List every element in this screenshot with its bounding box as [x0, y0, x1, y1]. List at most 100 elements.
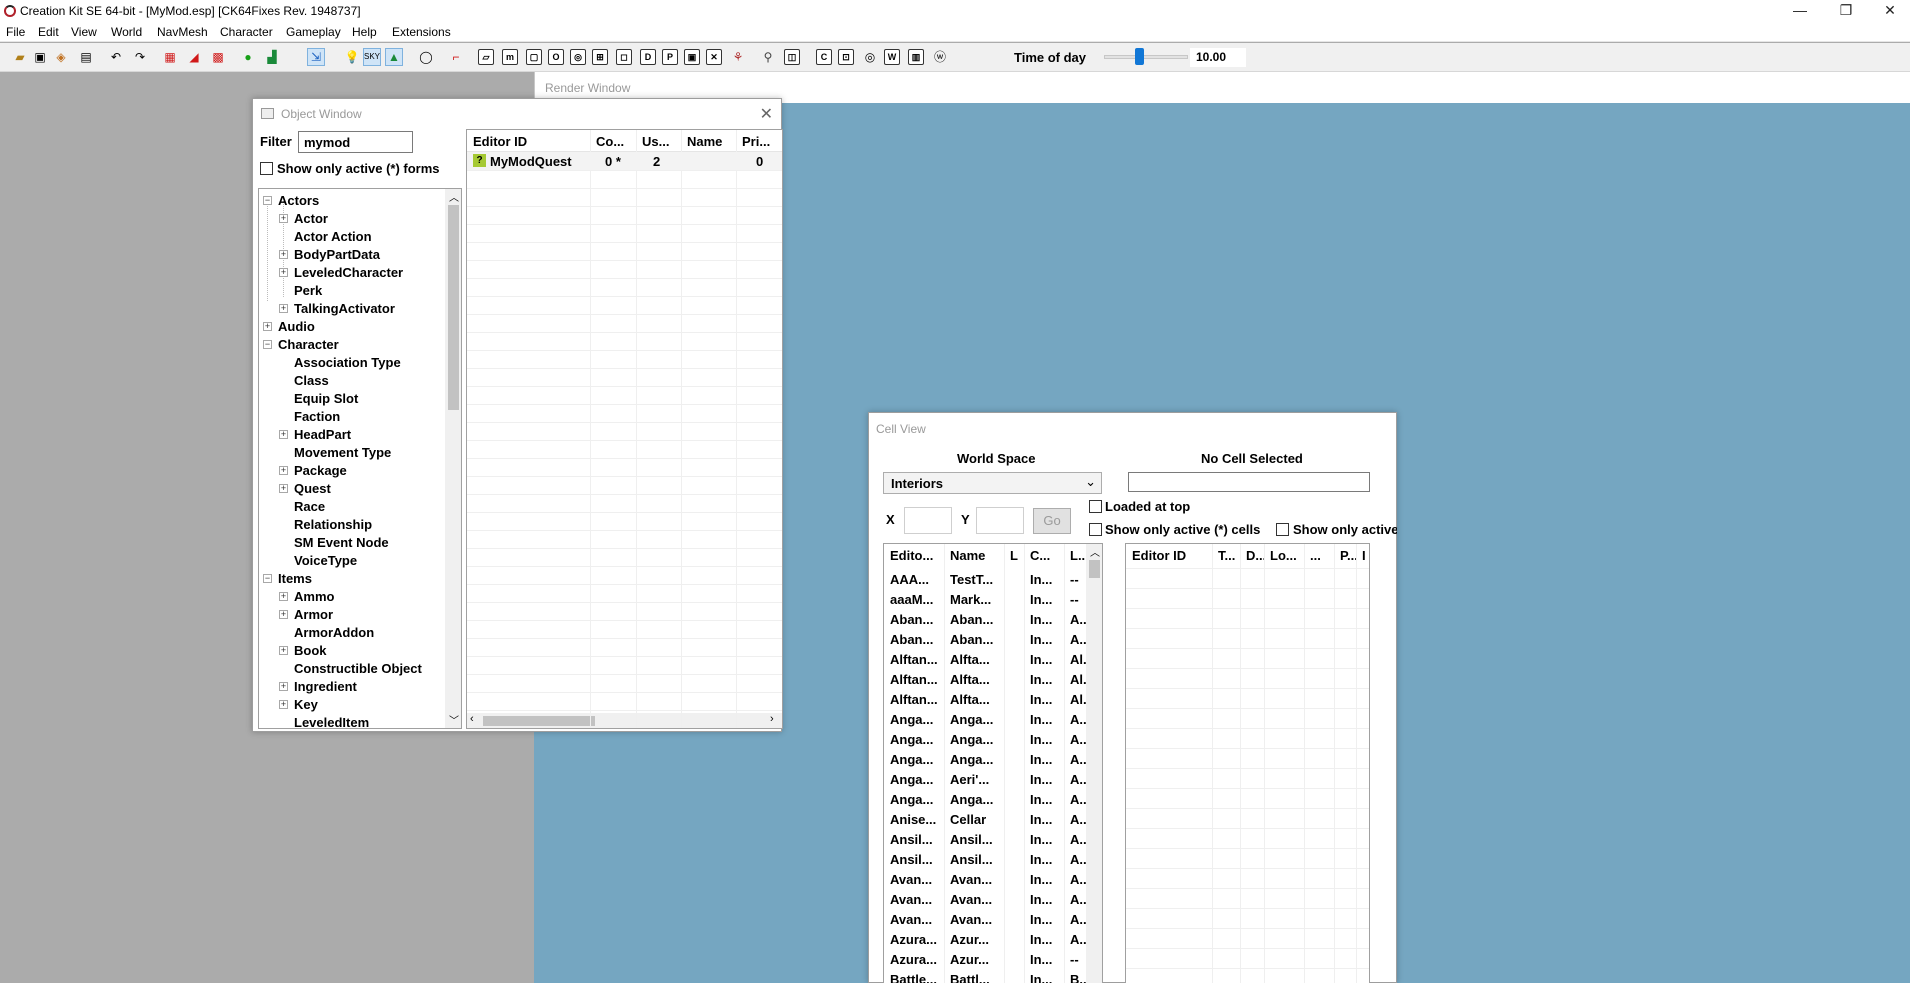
terrain-icon[interactable]: ▲ [385, 48, 403, 66]
tree-item[interactable]: + Key [259, 696, 445, 714]
tree-item[interactable]: LeveledItem [259, 714, 445, 728]
references-list[interactable]: Editor ID T... D... Lo...... P... I [1125, 543, 1370, 983]
expand-icon[interactable]: + [279, 430, 288, 439]
tree-item[interactable]: Constructible Object [259, 660, 445, 678]
tree-item[interactable]: ArmorAddon [259, 624, 445, 642]
expand-icon[interactable]: + [279, 304, 288, 313]
tree-item[interactable]: Actor Action [259, 228, 445, 246]
expand-icon[interactable]: + [279, 700, 288, 709]
tree-scrollbar[interactable]: ︿ ﹀ [445, 189, 461, 728]
menu-help[interactable]: Help [352, 25, 377, 39]
world-space-select[interactable]: Interiors ⌄ [883, 472, 1102, 494]
time-of-day-value[interactable]: 10.00 [1190, 48, 1246, 67]
graph-icon[interactable]: ⌐ [448, 49, 464, 65]
dialog-icon[interactable]: ◯ [418, 49, 434, 65]
column-header[interactable]: Us... [642, 134, 679, 149]
chevron-right-icon[interactable]: › [770, 713, 774, 725]
tree-item[interactable]: + Actor [259, 210, 445, 228]
layers-icon[interactable]: ⊞ [592, 49, 608, 65]
cells-list-scrollbar[interactable]: ︿ [1086, 544, 1102, 983]
open-icon[interactable]: ▰ [12, 49, 28, 65]
column-header[interactable]: Edito... [890, 548, 944, 563]
paint-icon[interactable]: ▟ [264, 49, 280, 65]
column-header[interactable]: L [1010, 548, 1024, 563]
c-icon[interactable]: C [816, 49, 832, 65]
filter-input[interactable]: mymod [298, 131, 413, 153]
circle-icon[interactable]: ◎ [862, 49, 878, 65]
cross-icon[interactable]: ✕ [706, 49, 722, 65]
tree-scrollbar-thumb[interactable] [448, 205, 459, 410]
collapse-icon[interactable]: − [263, 574, 272, 583]
expand-icon[interactable]: + [263, 322, 272, 331]
tree-item[interactable]: + TalkingActivator [259, 300, 445, 318]
expand-icon[interactable]: + [279, 592, 288, 601]
tree-item[interactable]: − Character [259, 336, 445, 354]
close-icon[interactable]: ✕ [760, 104, 773, 124]
x-coordinate-input[interactable] [904, 507, 952, 534]
tree-item[interactable]: + Armor [259, 606, 445, 624]
menu-character[interactable]: Character [220, 25, 273, 39]
column-header[interactable]: P... [1340, 548, 1356, 563]
3d-box-icon[interactable]: ◻ [616, 49, 632, 65]
tree-item[interactable]: Relationship [259, 516, 445, 534]
undo-icon[interactable]: ↶ [108, 49, 124, 65]
tree-item[interactable]: Faction [259, 408, 445, 426]
table-row[interactable]: AAA... TestT... In... -- [884, 570, 1086, 590]
tree-item[interactable]: + Ammo [259, 588, 445, 606]
table-row[interactable]: aaaM... Mark... In... -- [884, 590, 1086, 610]
object-list[interactable]: ‹ › Editor ID Co... Us... Name Pri...? MyModQ… [466, 129, 783, 729]
menu-view[interactable]: View [71, 25, 97, 39]
cell-view-caption[interactable]: Cell View [869, 413, 1396, 443]
expand-icon[interactable]: + [279, 646, 288, 655]
data-files-icon[interactable]: ◈ [53, 49, 69, 65]
table-row[interactable]: Azura... Azur... In... -- [884, 950, 1086, 970]
w-circle-icon[interactable]: ⓦ [932, 49, 948, 65]
column-header[interactable]: I [1362, 548, 1369, 563]
table-row[interactable]: Anga... Anga... In... A... [884, 750, 1086, 770]
tree-item[interactable]: + Audio [259, 318, 445, 336]
menu-extensions[interactable]: Extensions [392, 25, 451, 39]
chevron-up-icon[interactable]: ︿ [449, 189, 459, 204]
column-header[interactable]: Editor ID [1132, 548, 1212, 563]
chevron-left-icon[interactable]: ‹ [470, 713, 474, 725]
table-row[interactable]: Ansil... Ansil... In... A... [884, 850, 1086, 870]
grid-icon[interactable]: ▩ [210, 49, 226, 65]
column-header[interactable]: Pri... [742, 134, 782, 149]
expand-icon[interactable]: + [279, 682, 288, 691]
category-tree[interactable]: ︿ ﹀ − Actors + Actor Actor Action + BodyPartDa… [258, 188, 462, 729]
expand-icon[interactable]: + [279, 610, 288, 619]
chevron-down-icon[interactable]: ﹀ [449, 712, 459, 727]
cells-list[interactable]: ︿ Edito... Name L C... L... AAA... TestT... In.… [883, 543, 1103, 983]
column-header[interactable]: C... [1030, 548, 1064, 563]
expand-icon[interactable]: + [279, 466, 288, 475]
column-header[interactable]: Name [950, 548, 1004, 563]
tree-item[interactable]: + Book [259, 642, 445, 660]
column-header[interactable]: D... [1246, 548, 1264, 563]
collapse-icon[interactable]: − [263, 196, 272, 205]
column-header[interactable]: Editor ID [473, 134, 588, 149]
lighting-icon[interactable]: 💡 [344, 49, 360, 65]
cell-name-field[interactable] [1128, 472, 1370, 492]
column-header[interactable]: Lo... [1270, 548, 1304, 563]
table-row[interactable]: Avan... Avan... In... A... [884, 890, 1086, 910]
table-row[interactable]: Azura... Azur... In... A... [884, 930, 1086, 950]
expand-icon[interactable]: + [279, 214, 288, 223]
tree-item[interactable]: + Ingredient [259, 678, 445, 696]
menu-world[interactable]: World [111, 25, 142, 39]
column-header[interactable]: ... [1310, 548, 1334, 563]
minimize-button[interactable]: — [1778, 0, 1822, 22]
tree-item[interactable]: Race [259, 498, 445, 516]
table-row[interactable]: Anga... Aeri'... In... A... [884, 770, 1086, 790]
d-icon[interactable]: D [640, 49, 656, 65]
go-button[interactable]: Go [1033, 508, 1071, 534]
column-header[interactable]: T... [1218, 548, 1240, 563]
object-window-caption[interactable]: Object Window ✕ [253, 99, 781, 129]
tree-item[interactable]: VoiceType [259, 552, 445, 570]
tree-item[interactable]: Movement Type [259, 444, 445, 462]
table-row[interactable]: Alftan... Alfta... In... Al. [884, 690, 1086, 710]
p-icon[interactable]: P [662, 49, 678, 65]
object-list-hscrollbar-thumb[interactable] [483, 716, 595, 726]
tree-item[interactable]: Equip Slot [259, 390, 445, 408]
table-row[interactable]: Anga... Anga... In... A... [884, 730, 1086, 750]
render-settings-icon[interactable]: ◎ [570, 49, 586, 65]
